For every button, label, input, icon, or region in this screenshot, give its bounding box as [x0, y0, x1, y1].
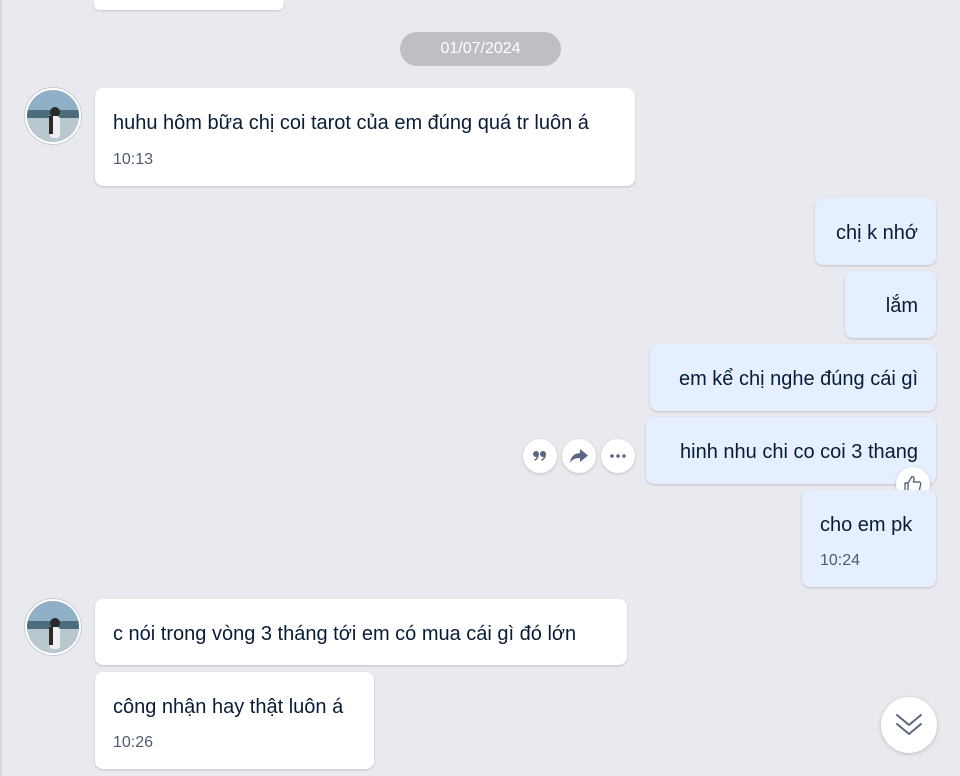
message-time: 10:24 — [820, 552, 861, 569]
message-text: cho em pk — [820, 514, 913, 536]
more-options-button[interactable] — [601, 439, 635, 473]
previous-message-bubble[interactable] — [94, 0, 284, 10]
message-text: em kể chị nghe đúng cái gì — [678, 368, 918, 390]
outgoing-message-bubble[interactable]: cho em pk 10:24 — [802, 490, 936, 587]
scroll-to-bottom-button[interactable] — [881, 697, 937, 753]
outgoing-message-bubble[interactable]: chị k nhớ — [815, 198, 936, 265]
forward-share-icon — [570, 449, 588, 463]
quote-reply-button[interactable] — [523, 439, 557, 473]
incoming-message-bubble[interactable]: công nhận hay thật luôn á 10:26 — [95, 672, 374, 769]
quote-icon — [533, 451, 546, 461]
avatar-photo — [27, 601, 79, 653]
panel-divider — [0, 0, 2, 776]
message-text: công nhận hay thật luôn á — [113, 696, 344, 718]
message-text: chị k nhớ — [835, 222, 918, 244]
contact-avatar[interactable] — [25, 88, 81, 144]
message-text: huhu hôm bữa chị coi tarot của em đúng q… — [113, 112, 589, 134]
forward-button[interactable] — [562, 439, 596, 473]
outgoing-message-bubble[interactable]: em kể chị nghe đúng cái gì — [650, 344, 936, 411]
incoming-message-bubble[interactable]: huhu hôm bữa chị coi tarot của em đúng q… — [95, 88, 635, 186]
message-text: lắm — [885, 295, 918, 317]
avatar-photo — [27, 90, 79, 142]
double-chevron-down-icon — [896, 714, 922, 735]
message-text: c nói trong vòng 3 tháng tới em có mua c… — [113, 623, 577, 645]
outgoing-message-bubble[interactable]: lắm — [845, 271, 936, 338]
outgoing-message-bubble[interactable]: hinh nhu chi co coi 3 thang — [646, 417, 936, 484]
contact-avatar[interactable] — [25, 599, 81, 655]
message-text: hinh nhu chi co coi 3 thang — [680, 441, 918, 463]
incoming-message-bubble[interactable]: c nói trong vòng 3 tháng tới em có mua c… — [95, 599, 627, 665]
message-time: 10:13 — [113, 151, 154, 168]
more-options-icon — [610, 454, 626, 458]
chat-message-area[interactable]: 01/07/2024 huhu hôm bữa chị coi tarot củ… — [0, 0, 960, 776]
date-separator: 01/07/2024 — [400, 32, 561, 66]
message-time: 10:26 — [113, 734, 154, 751]
